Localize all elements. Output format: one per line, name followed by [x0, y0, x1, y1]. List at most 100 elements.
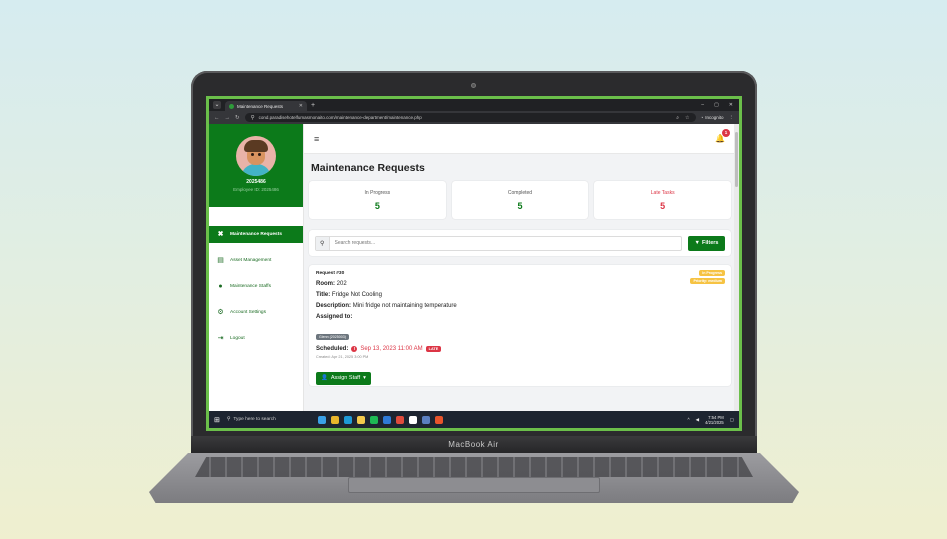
address-bar[interactable]: ⚲ cond.paradisehotelfumasmonaito.com/mai… [244, 113, 696, 122]
asset-icon: ▤ [217, 257, 224, 264]
screen: ⌄ Maintenance Requests ✕ + – ▢ ✕ ← → ↻ ⚲… [206, 96, 742, 431]
title-label: Title: [316, 292, 331, 298]
avatar [236, 136, 276, 176]
status-badge: In Progress [699, 270, 725, 276]
tab-search-icon[interactable]: ⌄ [213, 101, 221, 109]
sidebar-item-label: Maintenance Requests [230, 232, 282, 237]
browser-tab[interactable]: Maintenance Requests ✕ [225, 101, 307, 111]
tools-icon: ✖ [217, 231, 224, 238]
reload-icon[interactable]: ↻ [235, 115, 240, 121]
request-assigned: Assigned to: [316, 314, 724, 320]
stat-label: Late Tasks [650, 189, 675, 196]
back-icon[interactable]: ← [214, 115, 220, 121]
notification-count-badge: 1 [722, 129, 730, 137]
page-title: Maintenance Requests [311, 162, 425, 174]
store-icon[interactable] [382, 415, 391, 424]
taskbar-apps [317, 415, 443, 424]
taskbar-search[interactable]: ⚲ Type here to search [224, 414, 296, 425]
notifications-icon[interactable]: ▢ [730, 417, 734, 423]
chevron-up-icon[interactable]: ^ [688, 417, 690, 422]
search-icon: ⚲ [316, 236, 330, 250]
warning-icon: ! [351, 346, 358, 352]
browser-menu-icon[interactable]: ⋮ [729, 115, 735, 121]
trackpad [348, 477, 600, 493]
speaker-icon[interactable]: ◀ [696, 417, 699, 423]
edge-icon[interactable] [343, 415, 352, 424]
app-viewport: 2025486 Employee ID: 2025486 ✖ Maintenan… [209, 124, 739, 412]
sidebar-item-label: Maintenance Staffs [230, 284, 271, 289]
search-input[interactable] [329, 240, 681, 246]
sidebar-item-logout[interactable]: ⇥ Logout [209, 330, 303, 347]
stats-row: In Progress 5 Completed 5 Late Tasks 5 [309, 181, 732, 219]
taskbar-clock[interactable]: 7:54 PM 4/21/2025 [705, 415, 724, 425]
bookmark-star-icon[interactable]: ☆ [685, 115, 689, 121]
sidebar-item-maintenance-staffs[interactable]: ● Maintenance Staffs [209, 278, 303, 295]
notification-bell-icon[interactable]: 🔔 1 [715, 129, 730, 143]
hamburger-menu-icon[interactable]: ≡ [314, 134, 319, 144]
office-icon[interactable] [434, 415, 443, 424]
maximize-button[interactable]: ▢ [714, 102, 719, 108]
priority-badge: Priority: medium [690, 278, 725, 284]
stat-label: In Progress [364, 189, 391, 196]
new-tab-button[interactable]: + [311, 102, 315, 109]
clock-date: 4/21/2025 [705, 419, 724, 425]
zoom-icon[interactable]: ⌕ [676, 115, 679, 121]
sidebar-item-account-settings[interactable]: ⚙ Account Settings [209, 304, 303, 321]
url-text[interactable]: cond.paradisehotelfumasmonaito.com/maint… [259, 115, 673, 120]
request-card: In Progress Priority: medium Request #30… [309, 265, 731, 386]
system-tray: ^ ◀ 7:54 PM 4/21/2025 ▢ [688, 415, 735, 425]
sidebar-menu: ✖ Maintenance Requests ▤ Asset Managemen… [209, 226, 303, 347]
created-timestamp: Created: Apr 21, 2025 3:00 PM [316, 355, 369, 359]
sidebar-item-label: Logout [230, 336, 245, 341]
assigned-label: Assigned to: [316, 314, 353, 320]
site-favicon-icon [229, 103, 234, 109]
profile-employee-id: Employee ID: 2025486 [233, 187, 279, 192]
search-icon: ⚲ [226, 417, 231, 422]
gears-icon: ⚙ [217, 309, 224, 316]
search-box: ⚲ [315, 235, 682, 251]
close-window-button[interactable]: ✕ [729, 102, 733, 108]
weather-icon[interactable] [317, 415, 326, 424]
assigned-staff-badge: Glenn (2025003) [316, 334, 349, 340]
request-description: Description: Mini fridge not maintaining… [316, 303, 724, 309]
minimize-button[interactable]: – [701, 102, 704, 108]
sidebar-item-label: Asset Management [230, 258, 272, 263]
scroll-thumb[interactable] [735, 132, 738, 187]
description-value: Mini fridge not maintaining temperature [352, 303, 457, 309]
stat-card-in-progress: In Progress 5 [309, 181, 446, 219]
stat-card-completed: Completed 5 [451, 181, 589, 219]
logout-icon: ⇥ [217, 335, 224, 342]
chrome-icon[interactable] [395, 415, 404, 424]
user-plus-icon: 👤 [321, 375, 328, 381]
room-label: Room: [316, 281, 335, 287]
chrome-icon[interactable] [330, 415, 339, 424]
forward-icon[interactable]: → [225, 115, 231, 121]
filters-button[interactable]: ▼ Filters [688, 235, 725, 251]
sidebar-item-maintenance-requests[interactable]: ✖ Maintenance Requests [209, 226, 303, 243]
sidebar-item-asset-management[interactable]: ▤ Asset Management [209, 252, 303, 269]
assign-staff-label: Assign Staff [330, 375, 361, 381]
stat-label: Completed [507, 189, 533, 196]
title-value: Fridge Not Cooling [331, 292, 382, 298]
spotify-icon[interactable] [369, 415, 378, 424]
page-scrollbar[interactable] [734, 124, 739, 412]
late-badge: LATE [425, 346, 442, 352]
sidebar-item-label: Account Settings [230, 310, 266, 315]
assign-staff-button[interactable]: 👤 Assign Staff ▾ [316, 371, 371, 385]
windows-start-icon[interactable]: ⊞ [214, 416, 220, 424]
explorer-icon[interactable] [356, 415, 365, 424]
request-scheduled: Scheduled: ! Sep 13, 2023 11:00 AM LATE [316, 346, 724, 352]
keyboard [195, 457, 753, 477]
chrome-active-icon[interactable] [421, 415, 430, 424]
browser-toolbar: ← → ↻ ⚲ cond.paradisehotelfumasmonaito.c… [209, 111, 739, 124]
request-title: Title: Fridge Not Cooling [316, 292, 724, 298]
tab-close-icon[interactable]: ✕ [299, 103, 303, 109]
incognito-indicator[interactable]: ◔ Incognito [701, 115, 724, 120]
clock-time: 7:54 PM [708, 414, 724, 420]
site-info-icon[interactable]: ⚲ [251, 115, 255, 121]
request-room: Room: 202 [316, 281, 724, 287]
windows-taskbar: ⊞ ⚲ Type here to search ^ ◀ 7:54 PM 4/21… [209, 411, 739, 428]
stat-value: 5 [660, 200, 666, 211]
capcut-icon[interactable] [408, 415, 417, 424]
filter-icon: ▼ [694, 240, 700, 246]
